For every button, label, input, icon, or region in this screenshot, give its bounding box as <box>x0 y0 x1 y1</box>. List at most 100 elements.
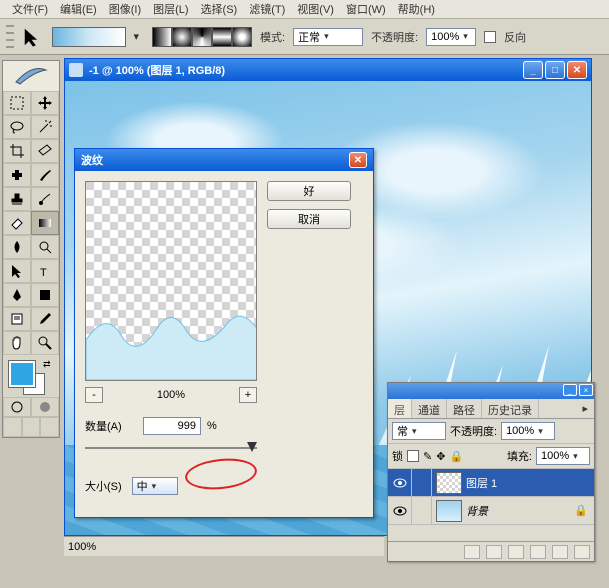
screen-full-icon[interactable] <box>40 417 59 437</box>
panel-minimize-icon[interactable]: _ <box>563 384 577 396</box>
opacity-field[interactable]: 100% <box>426 28 476 46</box>
lock-transparency-icon[interactable] <box>407 450 419 462</box>
stamp-tool-icon[interactable] <box>3 187 31 211</box>
toolbox: T ⇄ <box>2 60 60 438</box>
maximize-button[interactable]: □ <box>545 61 565 79</box>
layer-mask-icon[interactable] <box>486 545 502 559</box>
slice-tool-icon[interactable] <box>31 139 59 163</box>
menu-edit[interactable]: 编辑(E) <box>54 1 103 17</box>
zoom-out-button[interactable]: - <box>85 387 103 403</box>
history-brush-icon[interactable] <box>31 187 59 211</box>
brush-tool-icon[interactable] <box>31 163 59 187</box>
layer-name[interactable]: 背景 <box>466 503 488 519</box>
heal-tool-icon[interactable] <box>3 163 31 187</box>
layer-style-icon[interactable] <box>464 545 480 559</box>
new-set-icon[interactable] <box>508 545 524 559</box>
layer-thumbnail[interactable] <box>436 500 462 522</box>
visibility-icon[interactable] <box>388 497 412 525</box>
eraser-tool-icon[interactable] <box>3 211 31 235</box>
screen-full-menubar-icon[interactable] <box>22 417 41 437</box>
new-layer-icon[interactable] <box>552 545 568 559</box>
menu-window[interactable]: 窗口(W) <box>340 1 392 17</box>
gradient-picker[interactable] <box>52 27 126 47</box>
opacity-label: 不透明度: <box>371 29 418 45</box>
menu-help[interactable]: 帮助(H) <box>392 1 441 17</box>
close-button[interactable]: ✕ <box>567 61 587 79</box>
lasso-tool-icon[interactable] <box>3 115 31 139</box>
foreground-color-swatch[interactable] <box>9 361 35 387</box>
path-select-icon[interactable] <box>3 259 31 283</box>
standard-mode-icon[interactable] <box>3 397 31 417</box>
link-cell[interactable] <box>412 469 432 497</box>
layer-name[interactable]: 图层 1 <box>466 475 497 491</box>
layer-thumbnail[interactable] <box>436 472 462 494</box>
menu-view[interactable]: 视图(V) <box>291 1 340 17</box>
panel-menu-icon[interactable]: ▸ <box>576 399 594 418</box>
document-titlebar[interactable]: -1 @ 100% (图层 1, RGB/8) _ □ ✕ <box>65 59 591 81</box>
shape-tool-icon[interactable] <box>31 283 59 307</box>
tab-channels[interactable]: 通道 <box>412 399 447 418</box>
blend-mode-dropdown[interactable]: 正常 <box>293 28 363 46</box>
lock-paint-icon[interactable]: ✎ <box>423 450 432 463</box>
layer-blend-dropdown[interactable]: 常 <box>392 422 446 440</box>
minimize-button[interactable]: _ <box>523 61 543 79</box>
gradient-radial-icon[interactable] <box>172 27 192 47</box>
dodge-tool-icon[interactable] <box>31 235 59 259</box>
swap-colors-icon[interactable]: ⇄ <box>43 359 51 370</box>
dialog-titlebar[interactable]: 波纹 ✕ <box>75 149 373 171</box>
gradient-diamond-icon[interactable] <box>232 27 252 47</box>
new-adjust-icon[interactable] <box>530 545 546 559</box>
tab-layers[interactable]: 层 <box>388 399 412 418</box>
hand-tool-icon[interactable] <box>3 331 31 355</box>
cancel-button[interactable]: 取消 <box>267 209 351 229</box>
gradient-linear-icon[interactable] <box>152 27 172 47</box>
layer-row[interactable]: 图层 1 <box>388 469 594 497</box>
amount-slider[interactable] <box>85 441 257 455</box>
screen-standard-icon[interactable] <box>3 417 22 437</box>
zoom-in-button[interactable]: + <box>239 387 257 403</box>
tool-preset-icon[interactable] <box>22 26 44 48</box>
blur-tool-icon[interactable] <box>3 235 31 259</box>
delete-layer-icon[interactable] <box>574 545 590 559</box>
menu-image[interactable]: 图像(I) <box>103 1 147 17</box>
gradient-angle-icon[interactable] <box>192 27 212 47</box>
link-cell[interactable] <box>412 497 432 525</box>
move-tool-icon[interactable] <box>31 91 59 115</box>
filter-preview[interactable] <box>85 181 257 381</box>
eyedropper-tool-icon[interactable] <box>31 307 59 331</box>
lock-all-icon[interactable]: 🔒 <box>449 450 463 463</box>
type-tool-icon[interactable]: T <box>31 259 59 283</box>
wand-tool-icon[interactable] <box>31 115 59 139</box>
notes-tool-icon[interactable] <box>3 307 31 331</box>
tab-history[interactable]: 历史记录 <box>482 399 539 418</box>
reverse-checkbox[interactable] <box>484 31 496 43</box>
layer-row[interactable]: 背景 🔒 <box>388 497 594 525</box>
visibility-icon[interactable] <box>388 469 412 497</box>
status-zoom[interactable]: 100% <box>68 541 96 553</box>
layer-opacity-field[interactable]: 100% <box>501 422 555 440</box>
svg-text:T: T <box>40 267 47 279</box>
tab-paths[interactable]: 路径 <box>447 399 482 418</box>
size-dropdown[interactable]: 中 <box>132 477 178 495</box>
marquee-tool-icon[interactable] <box>3 91 31 115</box>
ok-button[interactable]: 好 <box>267 181 351 201</box>
crop-tool-icon[interactable] <box>3 139 31 163</box>
amount-field[interactable] <box>143 417 201 435</box>
grip-icon[interactable] <box>6 25 14 49</box>
menu-select[interactable]: 选择(S) <box>195 1 244 17</box>
menu-filter[interactable]: 滤镜(T) <box>243 1 291 17</box>
panel-close-icon[interactable]: × <box>579 384 593 396</box>
zoom-value: 100% <box>157 389 185 401</box>
pen-tool-icon[interactable] <box>3 283 31 307</box>
gradient-reflected-icon[interactable] <box>212 27 232 47</box>
menu-layer[interactable]: 图层(L) <box>147 1 194 17</box>
layers-panel: _ × 层 通道 路径 历史记录 ▸ 常 不透明度: 100% 锁 ✎ ✥ 🔒 … <box>387 382 595 562</box>
quickmask-mode-icon[interactable] <box>31 397 59 417</box>
menu-file[interactable]: 文件(F) <box>6 1 54 17</box>
gradient-tool-icon[interactable] <box>31 211 59 235</box>
lock-move-icon[interactable]: ✥ <box>436 450 445 463</box>
gradient-type-group <box>152 27 252 47</box>
dialog-close-button[interactable]: ✕ <box>349 152 367 168</box>
zoom-tool-icon[interactable] <box>31 331 59 355</box>
fill-field[interactable]: 100% <box>536 447 590 465</box>
